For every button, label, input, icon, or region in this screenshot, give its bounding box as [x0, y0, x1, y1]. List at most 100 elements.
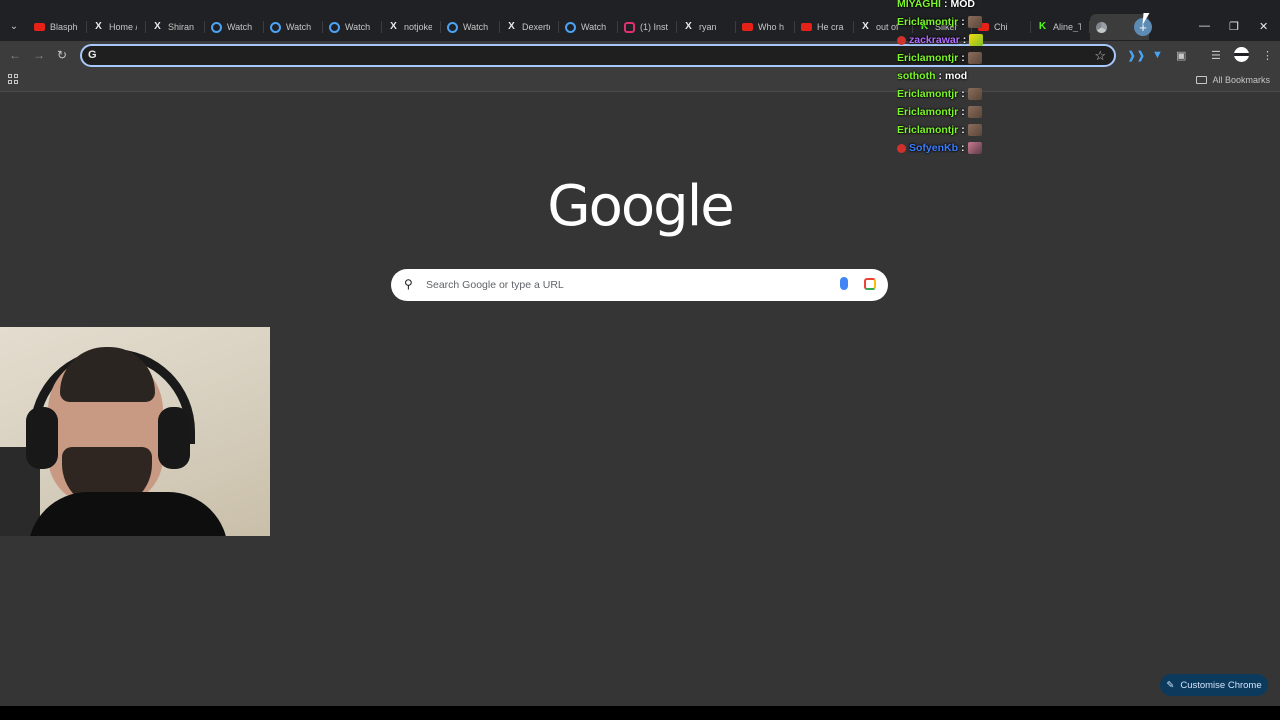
chat-message: Ericlamontjr:	[897, 13, 1097, 31]
search-placeholder: Search Google or type a URL	[426, 279, 564, 291]
tab[interactable]: He cra	[795, 14, 854, 40]
tab-title: Home /	[109, 22, 137, 32]
chat-emote-icon	[967, 16, 982, 28]
tab-title: Watch	[345, 22, 371, 32]
tab-title: notjoke	[404, 22, 432, 32]
go-icon	[270, 21, 281, 33]
tab-title: Watch	[286, 22, 312, 32]
go-icon	[329, 21, 340, 33]
tab[interactable]: Watch	[323, 14, 382, 40]
chat-username: Ericlamontjr	[897, 52, 959, 64]
chrome-icon	[1096, 21, 1107, 33]
x-icon: X	[390, 21, 397, 32]
back-button[interactable]: ←	[9, 48, 21, 62]
chat-separator: :	[943, 0, 948, 10]
stream-chat-overlay: MIYAGHI: MOD Ericlamontjr: zackrawar: Ericla…	[897, 0, 1097, 155]
search-icon: ⚲	[404, 277, 413, 291]
chat-separator: :	[961, 142, 965, 154]
minimize-icon[interactable]: —	[1199, 20, 1210, 32]
x-icon: X	[95, 21, 102, 32]
chat-message: SofyenKb:	[897, 139, 1097, 155]
tab-search-chevron-icon[interactable]: ⌄	[6, 18, 22, 34]
youtube-icon	[34, 23, 45, 31]
all-bookmarks-button[interactable]: All Bookmarks	[1196, 75, 1270, 85]
all-bookmarks-label: All Bookmarks	[1212, 75, 1270, 85]
go-icon	[447, 21, 458, 33]
tab[interactable]: X Dexerto	[500, 14, 559, 40]
tab-title: He cra	[817, 22, 844, 32]
microphone-icon[interactable]	[840, 277, 848, 290]
tab[interactable]: Watch	[264, 14, 323, 40]
chat-emote-icon	[969, 34, 984, 46]
tab[interactable]: Who h	[736, 14, 795, 40]
google-g-icon: G	[88, 49, 97, 61]
chat-separator: :	[961, 52, 965, 64]
chat-text: mod	[945, 70, 968, 82]
tab-title: Shiran	[168, 22, 195, 32]
pencil-icon: ✎	[1166, 679, 1175, 691]
chat-username: Ericlamontjr	[897, 124, 959, 136]
apps-grid-icon[interactable]	[8, 74, 18, 84]
tab[interactable]: Xryan	[677, 14, 736, 40]
menu-kebab-icon[interactable]: ⋮	[1262, 49, 1273, 62]
chat-badge-icon	[897, 35, 906, 45]
tab[interactable]: X Home /	[87, 14, 146, 40]
tab[interactable]: Blasphe	[28, 14, 87, 40]
tab[interactable]: Xnotjoke	[382, 14, 441, 40]
close-window-icon[interactable]: ✕	[1259, 20, 1268, 33]
chat-username: sothoth	[897, 70, 936, 82]
tab-title: (1) Inst	[640, 22, 668, 32]
chat-message: Ericlamontjr:	[897, 121, 1097, 139]
x-icon: X	[862, 21, 869, 32]
chat-message: Ericlamontjr:	[897, 49, 1097, 67]
tab[interactable]: (1) Inst	[618, 14, 677, 40]
tab[interactable]: Watch	[559, 14, 618, 40]
chat-message: sothoth: mod	[897, 67, 1097, 85]
chat-emote-icon	[967, 88, 982, 100]
chat-separator: :	[962, 34, 967, 46]
forward-button[interactable]: →	[33, 48, 45, 62]
reading-list-icon[interactable]: ☰	[1211, 49, 1221, 62]
tab-title: out of	[876, 22, 899, 32]
chat-message: Ericlamontjr:	[897, 85, 1097, 103]
tab-title: Watch	[581, 22, 607, 32]
go-icon	[211, 21, 222, 33]
chat-emote-icon	[967, 52, 982, 64]
tab-title: Dexerto	[522, 22, 550, 32]
chat-username: SofyenKb	[909, 142, 959, 154]
chat-separator: :	[938, 70, 943, 82]
x-icon: X	[508, 21, 515, 32]
reload-button[interactable]: ↻	[57, 48, 67, 62]
tab-title: Blasphe	[50, 22, 78, 32]
chat-message: MIYAGHI: MOD	[897, 0, 1097, 13]
x-icon: X	[685, 21, 692, 32]
media-cast-icon[interactable]: ❱❱	[1127, 49, 1145, 62]
extensions-puzzle-icon[interactable]: ▣	[1176, 49, 1186, 62]
customise-chrome-button[interactable]: ✎ Customise Chrome	[1160, 674, 1268, 696]
chat-message: zackrawar:	[897, 31, 1097, 49]
folder-icon	[1196, 76, 1208, 84]
tab[interactable]: Watch	[205, 14, 264, 40]
ntp-search-box[interactable]: ⚲ Search Google or type a URL	[391, 269, 888, 301]
chat-separator: :	[961, 106, 965, 118]
tab[interactable]: Watch	[441, 14, 500, 40]
tab[interactable]: X Shiran	[146, 14, 205, 40]
shield-extension-icon[interactable]: ▼	[1152, 49, 1163, 61]
customise-chrome-label: Customise Chrome	[1180, 679, 1262, 691]
chat-username: Ericlamontjr	[897, 16, 959, 28]
youtube-icon	[742, 23, 753, 31]
chat-badge-icon	[897, 143, 906, 153]
chat-message: Ericlamontjr:	[897, 103, 1097, 121]
chat-emote-icon	[967, 106, 982, 118]
restore-icon[interactable]: ❐	[1229, 20, 1239, 33]
google-lens-icon[interactable]	[864, 278, 876, 290]
mouse-cursor-icon	[1142, 13, 1150, 25]
youtube-icon	[801, 23, 812, 31]
chat-separator: :	[961, 16, 965, 28]
chat-username: zackrawar	[909, 34, 960, 46]
chat-separator: :	[961, 88, 965, 100]
chat-emote-icon	[967, 124, 982, 136]
chat-username: Ericlamontjr	[897, 88, 959, 100]
profile-avatar[interactable]	[1234, 47, 1249, 62]
tab-title: Who h	[758, 22, 785, 32]
